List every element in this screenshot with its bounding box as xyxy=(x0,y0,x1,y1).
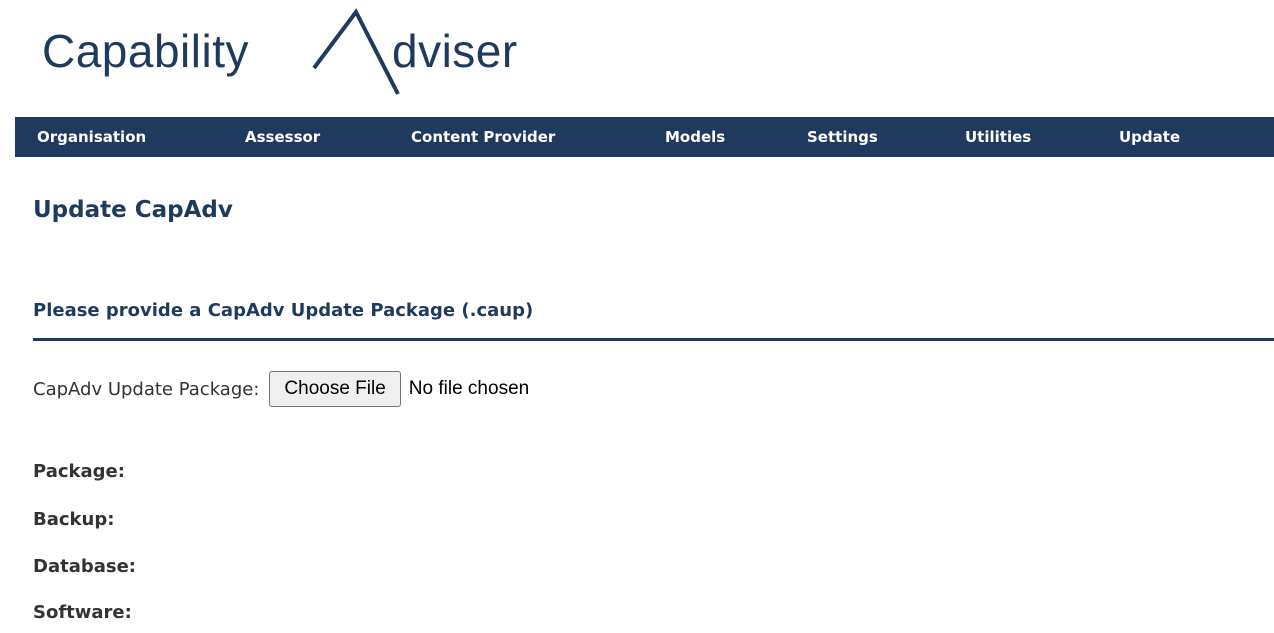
nav-item-utilities[interactable]: Utilities xyxy=(965,128,1031,146)
nav-item-organisation[interactable]: Organisation xyxy=(37,128,146,146)
page-title: Update CapAdv xyxy=(33,197,233,223)
section-divider xyxy=(33,338,1274,341)
upload-label: CapAdv Update Package: xyxy=(33,378,260,400)
backup-label: Backup: xyxy=(33,509,115,530)
logo-text-adviser: dviser xyxy=(392,25,518,77)
choose-file-button[interactable]: Choose File xyxy=(269,371,401,407)
nav-item-settings[interactable]: Settings xyxy=(807,128,878,146)
package-label: Package: xyxy=(33,461,125,482)
nav-item-update[interactable]: Update xyxy=(1119,128,1180,146)
software-label: Software: xyxy=(33,602,132,623)
section-title: Please provide a CapAdv Update Package (… xyxy=(33,300,534,321)
nav-item-models[interactable]: Models xyxy=(665,128,725,146)
nav-item-content-provider[interactable]: Content Provider xyxy=(411,128,555,146)
nav-item-assessor[interactable]: Assessor xyxy=(245,128,320,146)
logo-text-capability: Capability xyxy=(42,25,249,77)
logo: Capability dviser xyxy=(42,8,602,98)
database-label: Database: xyxy=(33,556,136,577)
file-status-text: No file chosen xyxy=(408,378,530,399)
upload-row: CapAdv Update Package: Choose File No fi… xyxy=(33,370,529,408)
main-navbar: Organisation Assessor Content Provider M… xyxy=(15,117,1274,157)
